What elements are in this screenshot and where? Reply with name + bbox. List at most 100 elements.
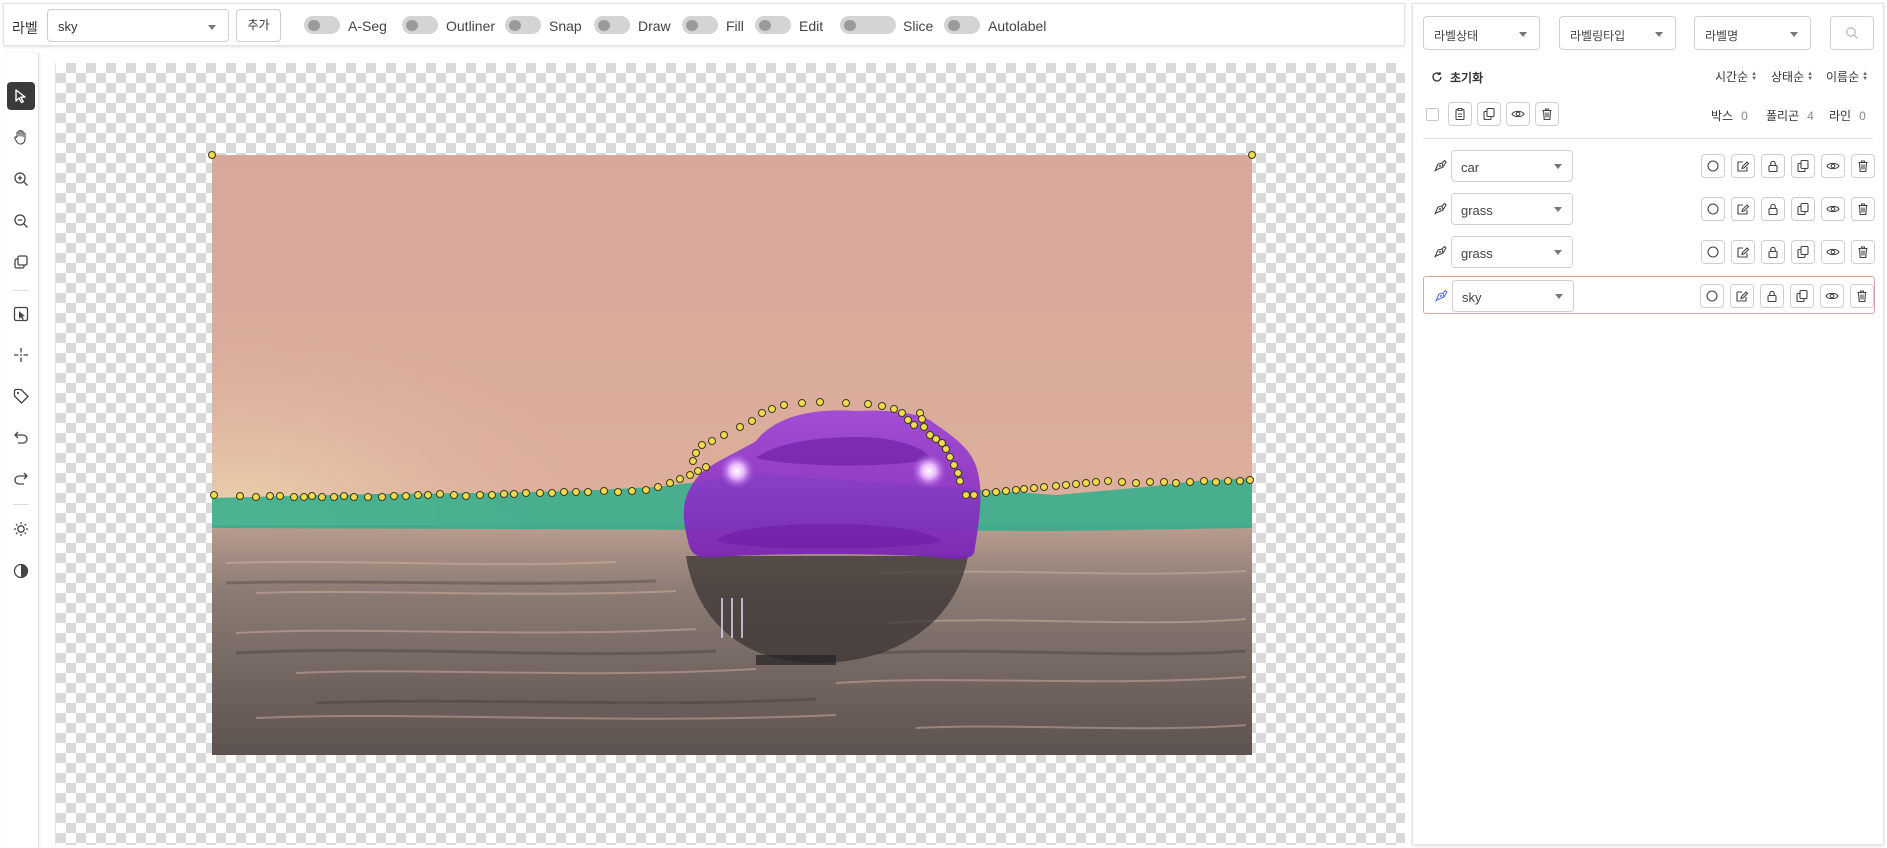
toggle-label: Draw bbox=[638, 18, 671, 34]
visibility-button[interactable] bbox=[1821, 154, 1845, 178]
polygon-pen-icon bbox=[1434, 245, 1447, 258]
label-class-value: sky bbox=[58, 19, 78, 34]
circle-icon bbox=[1707, 160, 1719, 172]
line-count: 라인 0 bbox=[1829, 107, 1866, 124]
lock-button[interactable] bbox=[1761, 154, 1785, 178]
select-all-checkbox[interactable] bbox=[1426, 107, 1439, 121]
delete-button[interactable] bbox=[1850, 284, 1874, 308]
edit-button[interactable] bbox=[1730, 284, 1754, 308]
toggle-label: Slice bbox=[903, 18, 934, 34]
circle-icon bbox=[1707, 246, 1719, 258]
lock-button[interactable] bbox=[1761, 197, 1785, 221]
visibility-button[interactable] bbox=[1821, 197, 1845, 221]
search-icon bbox=[1846, 27, 1858, 39]
pan-hand-icon[interactable] bbox=[7, 123, 35, 151]
labeling-app: 라벨 sky 추가 A-Seg Outliner Snap Draw Fill … bbox=[0, 0, 1887, 848]
toggle-label: A-Seg bbox=[348, 18, 387, 34]
labeling-type-filter[interactable]: 라벨링타입 bbox=[1559, 16, 1676, 50]
annotation-class-select[interactable]: car bbox=[1451, 150, 1573, 182]
row-actions bbox=[1701, 154, 1875, 178]
annotation-row-selected[interactable]: sky bbox=[1423, 276, 1875, 314]
annotation-canvas[interactable] bbox=[55, 63, 1405, 845]
lock-icon bbox=[1768, 203, 1778, 216]
tag-icon[interactable] bbox=[7, 382, 35, 410]
delete-button[interactable] bbox=[1851, 197, 1875, 221]
copy-icon bbox=[1797, 245, 1809, 259]
label-name-filter[interactable]: 라벨명 bbox=[1694, 16, 1811, 50]
polygon-pen-icon bbox=[1434, 202, 1447, 215]
annotation-class-select[interactable]: grass bbox=[1451, 236, 1573, 268]
annotation-row[interactable]: grass bbox=[1423, 233, 1875, 271]
copy-button[interactable] bbox=[1791, 154, 1815, 178]
sort-by-time[interactable]: 시간순 ▲ ▼ bbox=[1715, 68, 1757, 85]
status-button[interactable] bbox=[1700, 284, 1724, 308]
annotation-class-select[interactable]: grass bbox=[1451, 193, 1573, 225]
trash-icon bbox=[1858, 160, 1868, 173]
zoom-in-icon[interactable] bbox=[7, 165, 35, 193]
chevron-down-icon bbox=[1554, 250, 1562, 255]
visibility-button[interactable] bbox=[1821, 240, 1845, 264]
top-toolbar: 라벨 sky 추가 A-Seg Outliner Snap Draw Fill … bbox=[3, 3, 1405, 46]
lock-icon bbox=[1768, 246, 1778, 259]
toggle-label: Snap bbox=[549, 18, 582, 34]
contrast-icon[interactable] bbox=[7, 557, 35, 585]
undo-icon[interactable] bbox=[7, 423, 35, 451]
crosshair-icon[interactable] bbox=[7, 341, 35, 369]
visibility-button[interactable] bbox=[1820, 284, 1844, 308]
count-label: 폴리곤 bbox=[1766, 109, 1800, 123]
sort-arrows-icon: ▲ ▼ bbox=[1862, 70, 1869, 82]
sort-arrows-icon: ▲ ▼ bbox=[1807, 70, 1814, 82]
annotation-row[interactable]: grass bbox=[1423, 190, 1875, 228]
trash-icon bbox=[1857, 290, 1867, 303]
chevron-down-icon bbox=[1519, 32, 1527, 37]
label-class-select[interactable]: sky bbox=[47, 9, 229, 42]
search-button[interactable] bbox=[1830, 16, 1874, 50]
lock-button[interactable] bbox=[1761, 240, 1785, 264]
add-label-button[interactable]: 추가 bbox=[236, 9, 281, 42]
annotation-class-value: car bbox=[1461, 160, 1480, 175]
chevron-down-icon bbox=[1790, 32, 1798, 37]
status-button[interactable] bbox=[1701, 197, 1725, 221]
count-value: 0 bbox=[1741, 109, 1748, 123]
paste-button[interactable] bbox=[1448, 102, 1472, 126]
copy-button[interactable] bbox=[1790, 284, 1814, 308]
reset-button[interactable]: 초기화 bbox=[1431, 67, 1483, 87]
label-status-filter[interactable]: 라벨상태 bbox=[1423, 16, 1540, 50]
status-button[interactable] bbox=[1701, 240, 1725, 264]
annotation-class-value: grass bbox=[1461, 246, 1493, 261]
lock-button[interactable] bbox=[1760, 284, 1784, 308]
fit-screen-icon[interactable] bbox=[7, 248, 35, 276]
redo-icon[interactable] bbox=[7, 464, 35, 492]
delete-button[interactable] bbox=[1851, 240, 1875, 264]
annotation-class-select[interactable]: sky bbox=[1452, 280, 1574, 312]
sort-by-status[interactable]: 상태순 ▲ ▼ bbox=[1771, 68, 1813, 85]
edit-button[interactable] bbox=[1731, 154, 1755, 178]
refresh-icon bbox=[1432, 72, 1442, 82]
show-all-button[interactable] bbox=[1506, 102, 1530, 126]
zoom-out-icon[interactable] bbox=[7, 207, 35, 235]
edit-button[interactable] bbox=[1731, 240, 1755, 264]
polygon-pen-icon bbox=[1434, 159, 1447, 172]
chevron-down-icon bbox=[1554, 164, 1562, 169]
copy-button[interactable] bbox=[1791, 197, 1815, 221]
edit-icon bbox=[1737, 161, 1750, 172]
delete-button[interactable] bbox=[1851, 154, 1875, 178]
select-pointer-icon[interactable] bbox=[7, 82, 35, 110]
brightness-icon[interactable] bbox=[7, 515, 35, 543]
eye-icon bbox=[1511, 110, 1525, 118]
row-actions bbox=[1700, 284, 1874, 308]
copy-all-button[interactable] bbox=[1477, 102, 1501, 126]
bulk-actions bbox=[1426, 102, 1559, 126]
count-value: 0 bbox=[1859, 109, 1866, 123]
annotation-class-value: sky bbox=[1462, 290, 1482, 305]
point-select-icon[interactable] bbox=[7, 300, 35, 328]
annotation-row[interactable]: car bbox=[1423, 147, 1875, 185]
left-toolbar bbox=[3, 53, 39, 848]
edit-button[interactable] bbox=[1731, 197, 1755, 221]
delete-all-button[interactable] bbox=[1535, 102, 1559, 126]
count-label: 박스 bbox=[1711, 109, 1734, 123]
count-label: 라인 bbox=[1829, 109, 1852, 123]
sort-by-name[interactable]: 이름순 ▲ ▼ bbox=[1826, 68, 1868, 85]
status-button[interactable] bbox=[1701, 154, 1725, 178]
copy-button[interactable] bbox=[1791, 240, 1815, 264]
